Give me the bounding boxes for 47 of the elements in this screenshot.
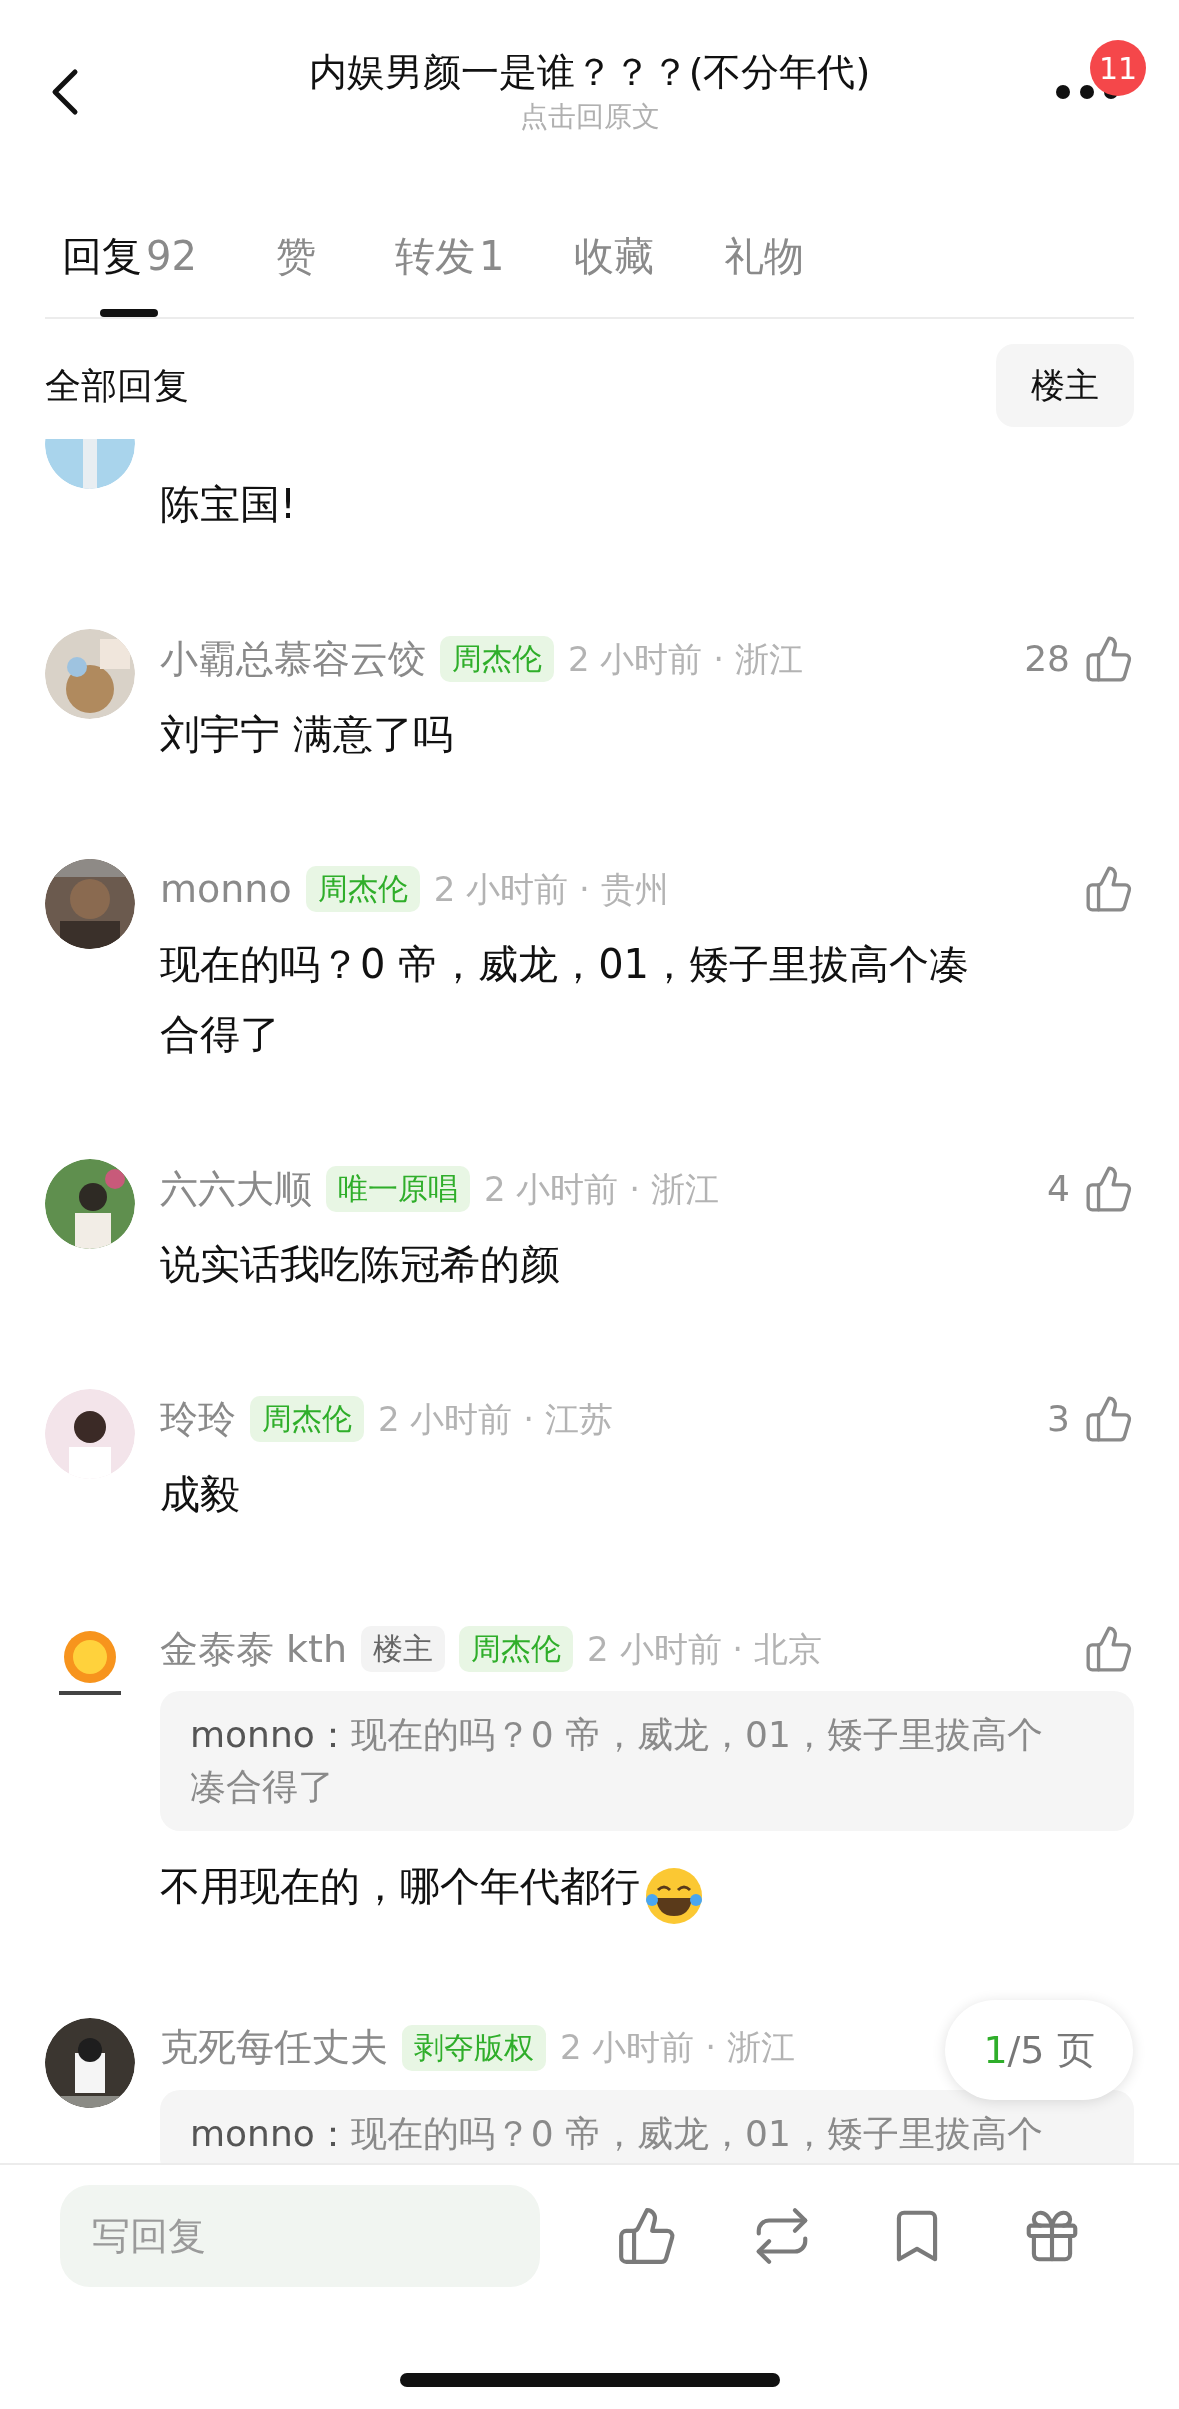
time-location: 2 小时前 · 浙江 bbox=[560, 2026, 795, 2069]
user-tag: 楼主 bbox=[361, 1626, 446, 1672]
time-location: 2 小时前 · 浙江 bbox=[484, 1167, 719, 1211]
post-title: 内娱男颜一是谁？？？(不分年代) bbox=[308, 49, 871, 96]
filter-button[interactable]: 楼主 bbox=[996, 344, 1134, 427]
user-tag: 周杰伦 bbox=[305, 866, 420, 912]
like-icon[interactable] bbox=[1084, 1394, 1134, 1444]
back-to-post-link[interactable]: 点击回原文 bbox=[519, 97, 660, 137]
time-location: 2 小时前 · 江苏 bbox=[378, 1397, 613, 1441]
time-location: 2 小时前 · 北京 bbox=[587, 1627, 822, 1671]
time-location: 2 小时前 · 贵州 bbox=[433, 867, 669, 911]
user-name[interactable]: 玲玲 bbox=[160, 1390, 236, 1448]
comment-text: 陈宝国! bbox=[160, 481, 297, 527]
section-title: 全部回复 bbox=[45, 363, 189, 408]
user-name[interactable]: 六六大顺 bbox=[160, 1160, 312, 1218]
user-tag: 周杰伦 bbox=[250, 1396, 364, 1442]
user-name[interactable]: 金泰泰 kth bbox=[160, 1620, 348, 1678]
like-count: 28 bbox=[1024, 637, 1070, 681]
like-icon[interactable] bbox=[1084, 864, 1134, 914]
user-name[interactable]: monno bbox=[160, 860, 292, 918]
user-tag: 剥夺版权 bbox=[402, 2024, 546, 2071]
reply-input[interactable]: 写回复 bbox=[60, 2185, 540, 2287]
like-count: 3 bbox=[1047, 1397, 1070, 1441]
comment-text: 成毅 bbox=[160, 1471, 240, 1517]
tab[interactable]: 赞 bbox=[266, 229, 325, 317]
user-name[interactable]: 小霸总慕容云饺 bbox=[160, 630, 426, 688]
comment-text: 说实话我吃陈冠希的颜 bbox=[160, 1241, 560, 1287]
tab[interactable]: 收藏 bbox=[574, 229, 655, 317]
tab[interactable]: 转发 1 bbox=[394, 229, 505, 317]
user-tag: 唯一原唱 bbox=[326, 1166, 470, 1212]
user-name[interactable]: 克死每任丈夫 bbox=[160, 2019, 388, 2076]
comment-text: 现在的吗？0 帝，威龙，01，矮子里拔高个凑合得了 bbox=[160, 941, 970, 1057]
time-location: 2 小时前 · 浙江 bbox=[568, 637, 803, 681]
user-tag: 周杰伦 bbox=[440, 636, 554, 682]
tab[interactable]: 礼物 bbox=[724, 229, 805, 317]
quoted-reply: monno：现在的吗？0 帝，威龙，01，矮子里拔高个凑合得了 bbox=[190, 1713, 1044, 1809]
notification-badge: 11 bbox=[1090, 40, 1146, 96]
like-icon[interactable] bbox=[1084, 1164, 1134, 1214]
like-count: 4 bbox=[1047, 1167, 1070, 1211]
like-icon[interactable] bbox=[1084, 634, 1134, 684]
tab[interactable]: 回复92 bbox=[62, 229, 197, 317]
quoted-reply: monno：现在的吗？0 帝，威龙，01，矮子里拔高个 bbox=[190, 2111, 1044, 2156]
user-tag: 周杰伦 bbox=[459, 1626, 574, 1672]
like-icon[interactable] bbox=[1084, 1624, 1134, 1674]
page-indicator[interactable]: 1/5 页 bbox=[945, 2000, 1133, 2100]
comment-text: 刘宇宁 满意了吗 bbox=[160, 711, 453, 757]
comment-text: 不用现在的，哪个年代都行 bbox=[160, 1863, 640, 1909]
